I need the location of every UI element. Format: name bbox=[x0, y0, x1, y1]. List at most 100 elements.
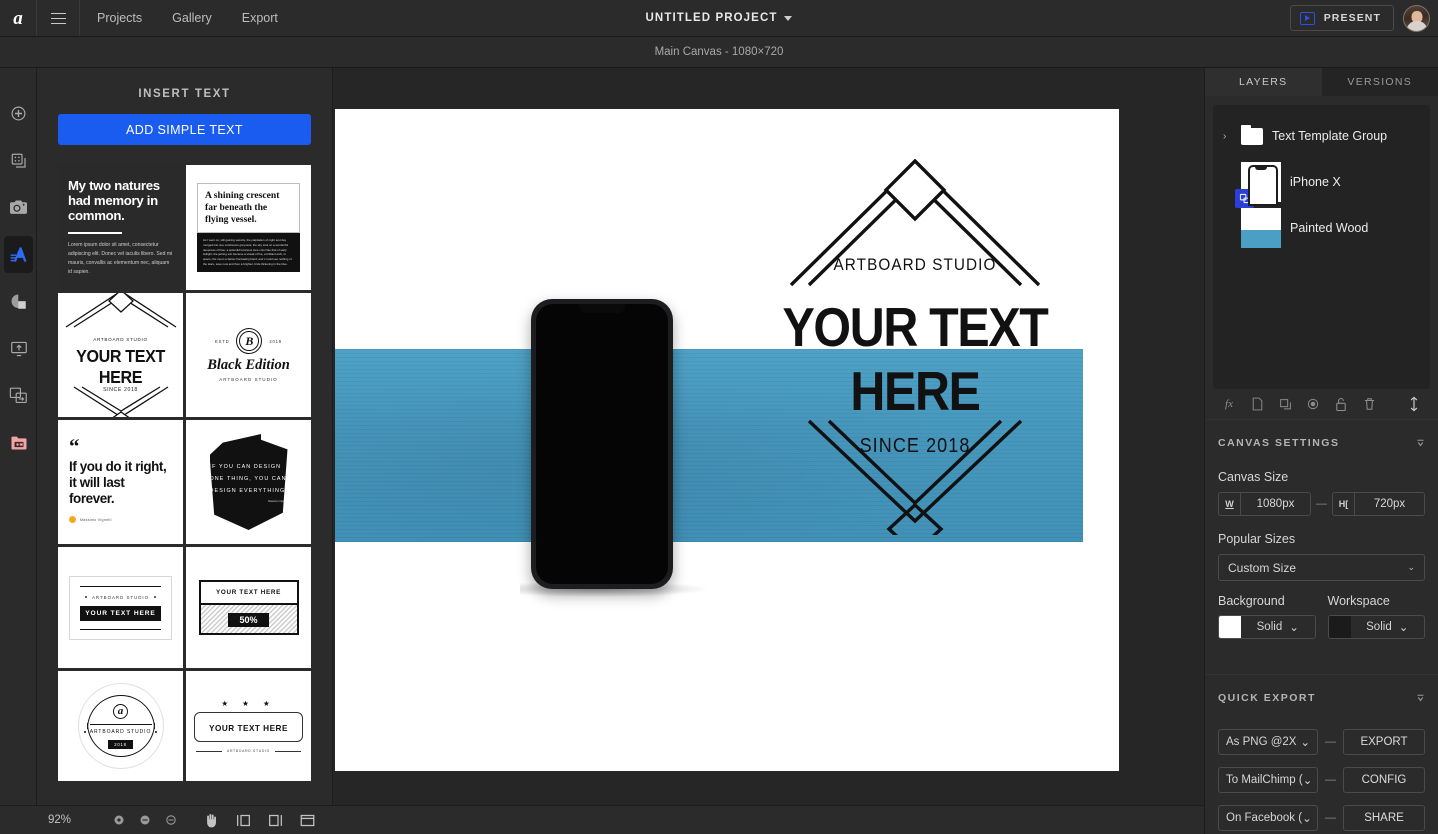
text-template-card[interactable]: ESTD B 2018 Black Edition ARTBOARD STUDI… bbox=[186, 293, 311, 417]
canvas-height-field[interactable]: H[ 720px bbox=[1332, 492, 1425, 516]
trash-icon[interactable] bbox=[1355, 389, 1383, 419]
background-color-control[interactable]: Solid ⌄ bbox=[1218, 615, 1316, 639]
color-settings-row: Background Solid ⌄ Workspace Solid ⌄ bbox=[1218, 594, 1425, 639]
export-format-select[interactable]: As PNG @2X ⌄ bbox=[1218, 729, 1318, 755]
artboard[interactable]: ARTBOARD STUDIO YOUR TEXT HERE SINCE 201… bbox=[335, 109, 1119, 771]
chevron-right-icon[interactable]: › bbox=[1223, 131, 1232, 142]
hamburger-icon bbox=[50, 12, 66, 24]
text-template-card[interactable]: ★ ★ ★ YOUR TEXT HERE ARTBOARD STUDIO bbox=[186, 671, 311, 781]
collapse-icon[interactable] bbox=[1416, 689, 1425, 707]
nav-gallery[interactable]: Gallery bbox=[172, 11, 212, 25]
zoom-controls bbox=[108, 809, 182, 831]
background-fill-select[interactable]: Solid ⌄ bbox=[1241, 616, 1315, 638]
eye-icon[interactable] bbox=[1299, 389, 1327, 419]
layer-item-text-template-group[interactable]: › Text Template Group bbox=[1213, 113, 1430, 159]
rail-item-shapes[interactable] bbox=[0, 278, 37, 325]
collapse-icon[interactable] bbox=[1416, 434, 1425, 452]
template-brand: ARTBOARD STUDIO bbox=[91, 594, 150, 600]
bullet-dot-icon bbox=[83, 730, 86, 733]
fx-icon[interactable]: fx bbox=[1215, 389, 1243, 419]
layer-name: Painted Wood bbox=[1290, 221, 1369, 235]
duplicate-icon[interactable] bbox=[1271, 389, 1299, 419]
avatar[interactable] bbox=[1403, 4, 1430, 32]
sort-arrows-icon[interactable] bbox=[1400, 389, 1428, 419]
mailchimp-select[interactable]: To MailChimp ( ⌄ bbox=[1218, 767, 1318, 793]
popular-sizes-select[interactable]: Custom Size ⌄ bbox=[1218, 554, 1425, 581]
config-button[interactable]: CONFIG bbox=[1343, 767, 1425, 793]
zoom-fit-icon[interactable] bbox=[108, 809, 130, 831]
workspace-color-control[interactable]: Solid ⌄ bbox=[1327, 615, 1425, 639]
top-bar-right: PRESENT bbox=[1289, 0, 1430, 36]
nav-export[interactable]: Export bbox=[242, 11, 278, 25]
divider bbox=[80, 628, 161, 630]
divider bbox=[68, 232, 122, 235]
lock-icon[interactable] bbox=[1327, 389, 1355, 419]
chevron-down-icon: ⌄ bbox=[1302, 813, 1312, 825]
facebook-select[interactable]: On Facebook ( ⌄ bbox=[1218, 805, 1318, 831]
workspace-color-swatch[interactable] bbox=[1328, 616, 1351, 638]
canvas-settings-header[interactable]: CANVAS SETTINGS bbox=[1205, 419, 1438, 462]
rail-item-add-element[interactable] bbox=[0, 90, 37, 137]
phone-screen[interactable] bbox=[536, 304, 668, 584]
rail-item-templates[interactable] bbox=[0, 137, 37, 184]
chevron-down-icon: ⌄ bbox=[1398, 622, 1409, 634]
canvas-width-value[interactable]: 1080px bbox=[1241, 493, 1310, 515]
layer-item-painted-wood[interactable]: Painted Wood bbox=[1213, 205, 1430, 251]
text-template-card[interactable]: My two natures had memory in common. Lor… bbox=[58, 165, 183, 290]
design-brand: ARTBOARD STUDIO bbox=[833, 255, 997, 274]
panel-right-icon[interactable] bbox=[264, 809, 286, 831]
canvas-width-field[interactable]: W 1080px bbox=[1218, 492, 1311, 516]
share-button[interactable]: SHARE bbox=[1343, 805, 1425, 831]
text-template-card[interactable]: “ If you do it right, it will last forev… bbox=[58, 420, 183, 544]
layer-item-iphone-x[interactable]: iPhone X bbox=[1213, 159, 1430, 208]
present-label: PRESENT bbox=[1323, 12, 1381, 24]
quick-export-row: To MailChimp ( ⌄ — CONFIG bbox=[1218, 767, 1425, 793]
text-template-card[interactable]: ARTBOARD STUDIO YOUR TEXT HERE SINCE 201… bbox=[58, 293, 183, 417]
text-template-card[interactable]: YOUR TEXT HERE 50% bbox=[186, 547, 311, 668]
chevron-down-icon bbox=[784, 15, 793, 21]
canvas-height-value[interactable]: 720px bbox=[1355, 493, 1424, 515]
hand-icon[interactable] bbox=[200, 809, 222, 831]
export-button[interactable]: EXPORT bbox=[1343, 729, 1425, 755]
tab-versions[interactable]: VERSIONS bbox=[1321, 68, 1438, 96]
text-template-group[interactable]: ARTBOARD STUDIO YOUR TEXT HERE SINCE 201… bbox=[745, 158, 1085, 537]
zoom-in-icon[interactable] bbox=[160, 809, 182, 831]
app-logo[interactable]: a bbox=[0, 0, 37, 36]
rail-item-replace[interactable] bbox=[0, 372, 37, 419]
present-button[interactable]: PRESENT bbox=[1289, 5, 1394, 31]
canvas-tab-label[interactable]: Main Canvas - 1080×720 bbox=[655, 46, 784, 58]
text-template-card[interactable]: a ARTBOARD STUDIO 2018 bbox=[58, 671, 183, 781]
bottom-toolbar: 92% bbox=[0, 805, 1204, 834]
rail-item-assets[interactable] bbox=[0, 419, 37, 466]
iphone-x-mockup[interactable] bbox=[531, 299, 673, 589]
quote-mark-icon: “ bbox=[69, 433, 80, 458]
panel-left-icon[interactable] bbox=[232, 809, 254, 831]
background-color-swatch[interactable] bbox=[1219, 616, 1241, 638]
bullet-dot-icon bbox=[154, 596, 157, 598]
design-headline[interactable]: YOUR TEXT HERE bbox=[765, 295, 1064, 423]
canvas-viewport[interactable]: ARTBOARD STUDIO YOUR TEXT HERE SINCE 201… bbox=[333, 68, 1204, 805]
project-title-dropdown[interactable]: UNTITLED PROJECT bbox=[646, 12, 793, 24]
rail-item-mockups[interactable] bbox=[0, 184, 37, 231]
zoom-out-icon[interactable] bbox=[134, 809, 156, 831]
facebook-value: On Facebook ( bbox=[1226, 812, 1303, 824]
text-template-card[interactable]: A shining crescent far beneath the flyin… bbox=[186, 165, 311, 290]
template-heading: Black Edition bbox=[207, 357, 290, 373]
template-block: As I went on, still gaining velocity, th… bbox=[197, 232, 300, 273]
template-heading: YOUR TEXT HERE bbox=[76, 346, 165, 387]
text-template-card[interactable]: IF YOU CAN DESIGN ONE THING, YOU CAN DES… bbox=[186, 420, 311, 544]
rail-item-text[interactable] bbox=[0, 231, 37, 278]
add-simple-text-button[interactable]: ADD SIMPLE TEXT bbox=[58, 114, 311, 145]
page-icon[interactable] bbox=[1243, 389, 1271, 419]
quick-export-header[interactable]: QUICK EXPORT bbox=[1205, 674, 1438, 717]
tab-layers[interactable]: LAYERS bbox=[1205, 68, 1322, 96]
menu-button[interactable] bbox=[37, 0, 80, 36]
workspace-fill-select[interactable]: Solid ⌄ bbox=[1351, 616, 1425, 638]
fit-screen-icon[interactable] bbox=[296, 809, 318, 831]
rail-item-upload[interactable] bbox=[0, 325, 37, 372]
zoom-level: 92% bbox=[48, 814, 72, 826]
nav-projects[interactable]: Projects bbox=[97, 11, 142, 25]
dash-separator: — bbox=[1325, 736, 1336, 748]
text-template-card[interactable]: ARTBOARD STUDIO YOUR TEXT HERE bbox=[58, 547, 183, 668]
export-format-value: As PNG @2X bbox=[1226, 736, 1297, 748]
